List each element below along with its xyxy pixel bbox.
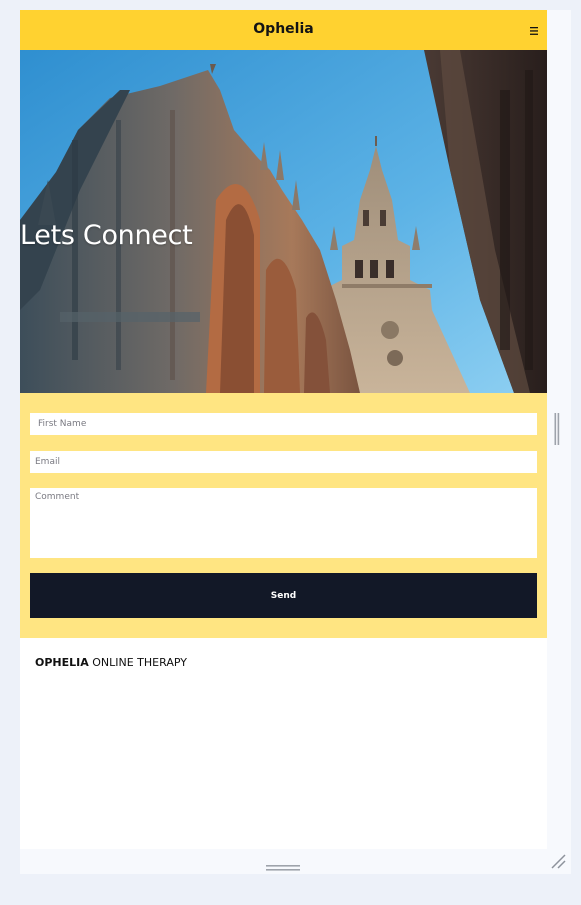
footer: OPHELIA ONLINE THERAPY (20, 638, 547, 849)
navbar: Ophelia (20, 10, 547, 50)
brand-logo-link[interactable]: Ophelia (20, 21, 547, 37)
comment-textarea[interactable] (30, 488, 537, 558)
footer-brand-rest: ONLINE THERAPY (88, 656, 187, 669)
page-viewport: Ophelia Lets Connect First Name Email Co… (20, 10, 547, 849)
horizontal-resize-handle-icon[interactable] (266, 857, 300, 871)
device-frame: Ophelia Lets Connect First Name Email Co… (20, 10, 571, 874)
hero-title: Lets Connect (20, 220, 193, 251)
hero-section: Lets Connect (20, 50, 547, 393)
first-name-input[interactable] (30, 413, 537, 435)
hamburger-menu-icon[interactable] (529, 23, 539, 37)
vertical-resize-handle-icon[interactable] (554, 413, 560, 445)
corner-resize-grip-icon[interactable] (550, 853, 566, 869)
footer-brand: OPHELIA ONLINE THERAPY (35, 656, 187, 669)
email-input[interactable] (30, 451, 537, 473)
footer-brand-bold: OPHELIA (35, 656, 89, 669)
contact-form: Send (20, 393, 547, 638)
send-button[interactable]: Send (30, 573, 537, 618)
